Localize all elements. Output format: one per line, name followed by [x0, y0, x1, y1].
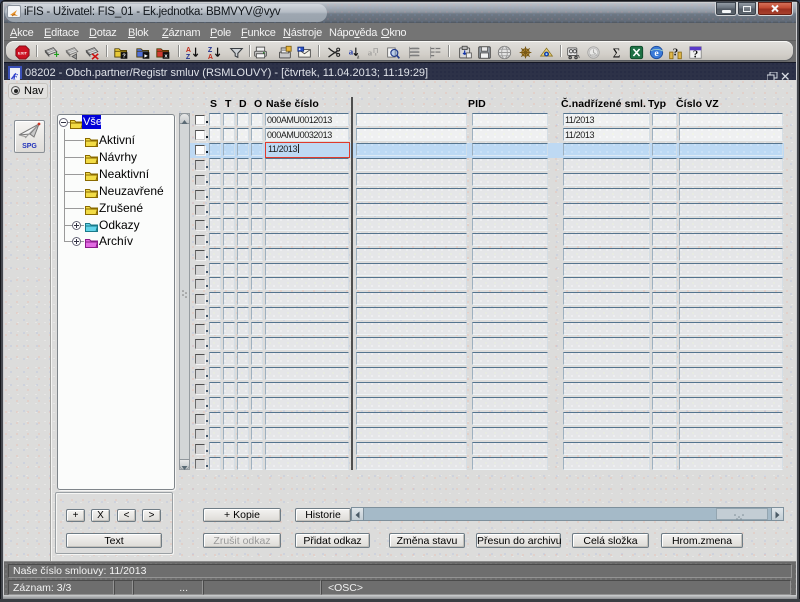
svg-text:a: a	[357, 55, 360, 60]
svg-text:a: a	[368, 48, 373, 58]
svg-text:+: +	[54, 50, 59, 60]
svg-text:?: ?	[693, 49, 698, 60]
svg-text:EXIT: EXIT	[18, 50, 28, 55]
svg-text:A: A	[186, 47, 191, 54]
svg-text:a: a	[349, 47, 354, 57]
svg-text:A: A	[208, 54, 213, 60]
svg-text:Z: Z	[208, 47, 213, 54]
svg-text:?: ?	[673, 46, 678, 58]
svg-text:?: ?	[122, 54, 126, 60]
svg-text:Σ: Σ	[613, 45, 621, 60]
svg-text:100%: 100%	[590, 53, 598, 57]
svg-text:Z: Z	[186, 54, 191, 60]
